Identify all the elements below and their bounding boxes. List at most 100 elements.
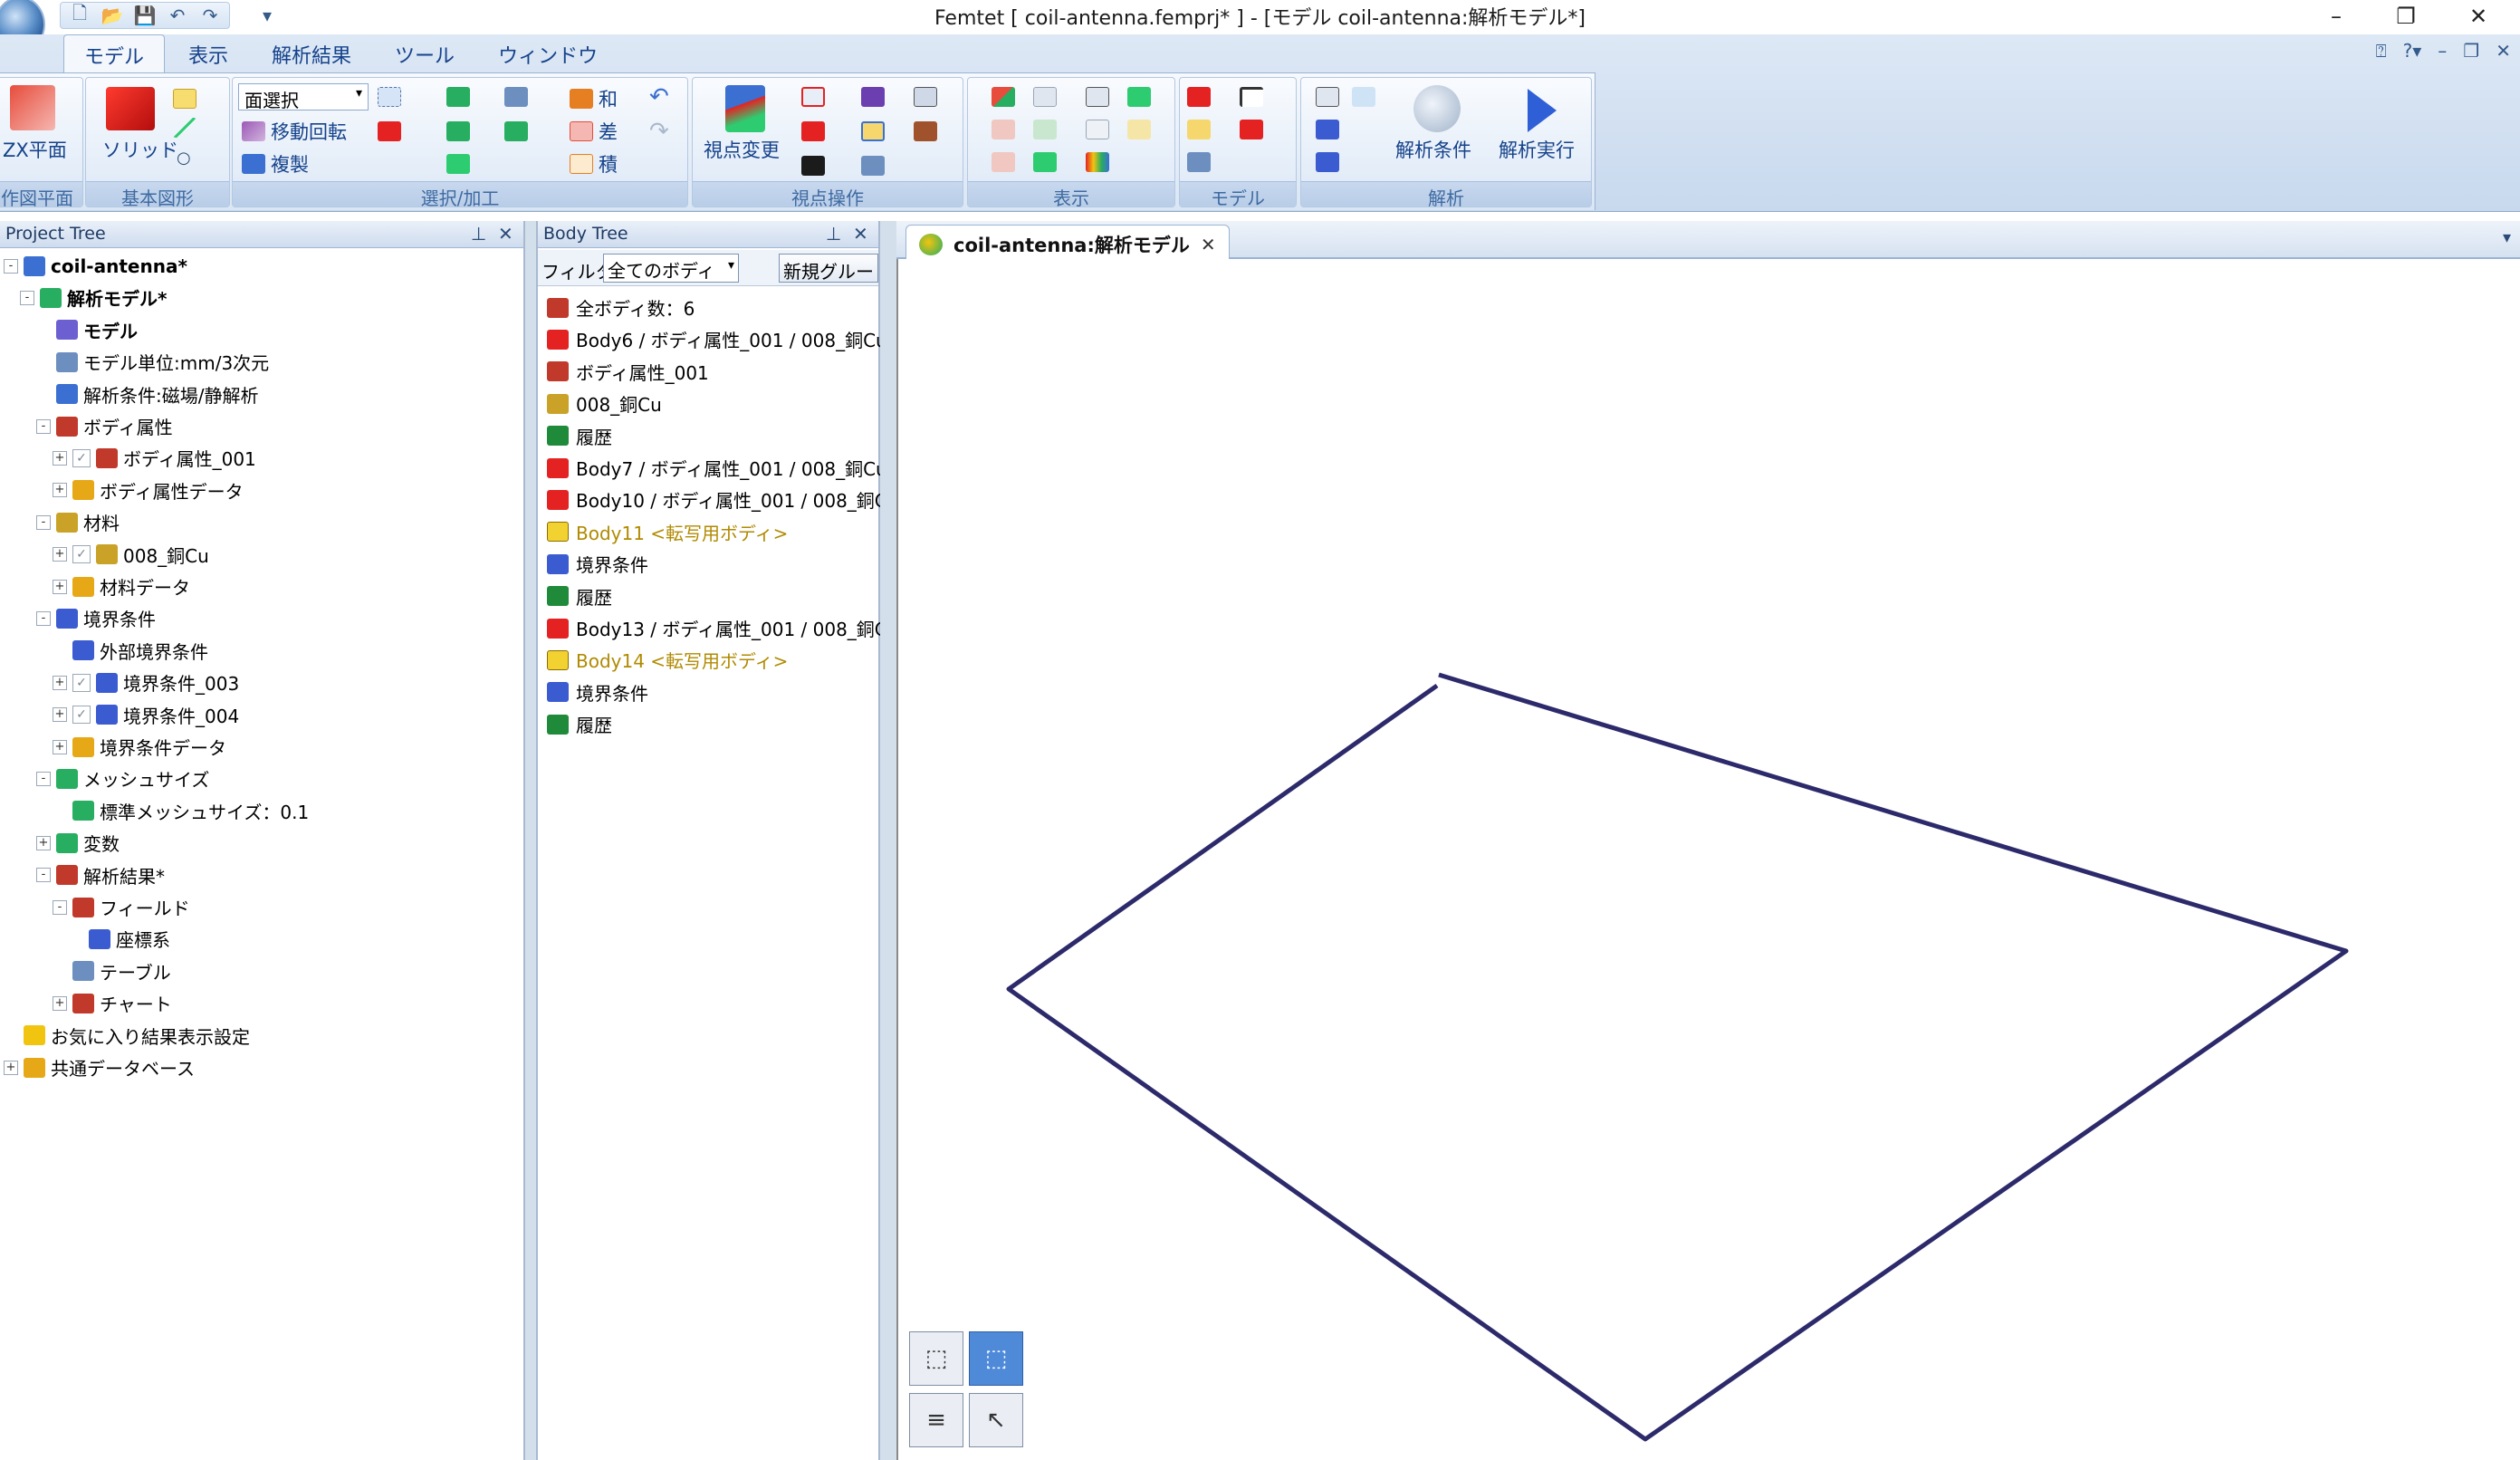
tab-window[interactable]: ウィンドウ bbox=[478, 34, 618, 72]
body-tree-row[interactable]: 全ボディ数：6 bbox=[547, 293, 695, 322]
body-tree-row[interactable]: 履歴 bbox=[547, 422, 612, 450]
intersect-button[interactable]: 積 bbox=[570, 150, 618, 178]
hidden-line-icon[interactable] bbox=[1127, 120, 1151, 139]
ribbon-close-icon[interactable]: ✕ bbox=[2496, 40, 2511, 62]
shaded-icon[interactable] bbox=[1127, 87, 1151, 107]
tree-item[interactable]: - 解析モデル* bbox=[20, 283, 167, 312]
difference-button[interactable]: 差 bbox=[570, 118, 618, 145]
restore-button[interactable]: ❐ bbox=[2370, 0, 2442, 33]
line-icon[interactable] bbox=[173, 118, 196, 138]
tree-item[interactable]: + ✓ 境界条件_003 bbox=[53, 668, 239, 696]
expand-icon[interactable]: + bbox=[53, 739, 67, 754]
tree-item[interactable]: モデル単位:mm/3次元 bbox=[36, 348, 269, 376]
tree-item[interactable]: + チャート bbox=[53, 989, 172, 1017]
select-edge-tool[interactable]: ≡ bbox=[909, 1393, 963, 1447]
close-icon[interactable]: ✕ bbox=[498, 223, 513, 245]
point-icon[interactable]: ○ bbox=[177, 149, 191, 168]
show-selected-icon[interactable] bbox=[1033, 152, 1057, 172]
model-list-icon[interactable] bbox=[1187, 152, 1211, 172]
orbit-icon[interactable] bbox=[861, 87, 885, 107]
color-map-icon[interactable] bbox=[1086, 152, 1109, 172]
close-tab-icon[interactable]: ✕ bbox=[1201, 234, 1216, 255]
tree-item[interactable]: モデル bbox=[36, 316, 138, 344]
copy-button[interactable]: 複製 bbox=[242, 150, 309, 178]
collapse-icon[interactable]: - bbox=[20, 290, 34, 305]
body-tree-row[interactable]: Body10 / ボディ属性_001 / 008_銅Cu bbox=[547, 485, 898, 514]
expand-icon[interactable]: + bbox=[53, 707, 67, 723]
redo-edit-icon[interactable]: ↷ bbox=[649, 118, 669, 145]
checkbox[interactable]: ✓ bbox=[72, 673, 91, 692]
collapse-icon[interactable]: - bbox=[36, 771, 51, 786]
body-tree-row[interactable]: Body7 / ボディ属性_001 / 008_銅Cu bbox=[547, 454, 887, 482]
collapse-icon[interactable]: - bbox=[4, 258, 18, 274]
model-delete-icon[interactable] bbox=[1240, 120, 1263, 139]
tree-item[interactable]: テーブル bbox=[53, 957, 171, 985]
union-button[interactable]: 和 bbox=[570, 85, 618, 112]
tree-item[interactable]: + ✓ 008_銅Cu bbox=[53, 541, 209, 569]
tree-item[interactable]: - coil-antenna* bbox=[4, 252, 187, 280]
tree-item[interactable]: 外部境界条件 bbox=[53, 637, 208, 665]
extrude-icon[interactable] bbox=[446, 87, 470, 107]
viewpoint-icon[interactable] bbox=[725, 85, 765, 132]
body-tree-row[interactable]: 008_銅Cu bbox=[547, 389, 662, 418]
body-tree-row[interactable]: 履歴 bbox=[547, 582, 612, 610]
model-viewport[interactable]: ⬚ ⬚ ≡ ↖ bbox=[896, 259, 2520, 1460]
zoom-window-icon[interactable] bbox=[914, 121, 937, 141]
coil-wire[interactable] bbox=[1006, 672, 2349, 1442]
body-tree-row[interactable]: Body6 / ボディ属性_001 / 008_銅Cu bbox=[547, 325, 887, 353]
model-corner-icon[interactable] bbox=[1240, 87, 1263, 107]
rectangle-icon[interactable] bbox=[173, 89, 196, 109]
tree-item[interactable]: - メッシュサイズ bbox=[36, 764, 209, 792]
expand-icon[interactable]: + bbox=[53, 579, 67, 594]
body-tree-row[interactable]: 境界条件 bbox=[547, 678, 648, 706]
model-body-icon[interactable] bbox=[1187, 87, 1211, 107]
hide-body-icon[interactable] bbox=[992, 120, 1015, 139]
checkbox[interactable]: ✓ bbox=[72, 706, 91, 725]
help-icon[interactable]: ?▾ bbox=[2403, 40, 2422, 62]
ribbon-restore-icon[interactable]: ❐ bbox=[2463, 40, 2479, 62]
tree-item[interactable]: + 変数 bbox=[36, 829, 120, 857]
solid-icon[interactable] bbox=[106, 87, 155, 130]
pattern-icon[interactable] bbox=[504, 87, 528, 107]
tree-item[interactable]: 標準メッシュサイズ：0.1 bbox=[53, 797, 309, 825]
fit-icon[interactable] bbox=[801, 87, 825, 107]
tab-model[interactable]: モデル bbox=[63, 34, 166, 72]
loft-icon[interactable] bbox=[446, 154, 470, 174]
tree-item[interactable]: + 境界条件データ bbox=[53, 733, 226, 761]
solid-edit-icon[interactable] bbox=[378, 121, 401, 141]
tree-item[interactable]: 解析条件:磁場/静解析 bbox=[36, 380, 258, 408]
panel-splitter[interactable] bbox=[880, 221, 896, 1460]
solid-button[interactable]: ソリッド bbox=[102, 136, 178, 163]
tab-view[interactable]: 表示 bbox=[168, 34, 248, 72]
body-tree-row[interactable]: 境界条件 bbox=[547, 550, 648, 578]
checkbox[interactable]: ✓ bbox=[72, 545, 91, 564]
wireframe-icon[interactable] bbox=[1086, 87, 1109, 107]
expand-icon[interactable]: + bbox=[53, 483, 67, 498]
analysis-condition-icon[interactable] bbox=[1413, 85, 1461, 132]
tree-item[interactable]: - フィールド bbox=[53, 893, 190, 921]
expand-icon[interactable]: + bbox=[4, 1060, 18, 1075]
collapse-icon[interactable]: - bbox=[36, 610, 51, 626]
ribbon-minimize-icon[interactable]: – bbox=[2438, 40, 2447, 62]
analysis-setup-icon[interactable] bbox=[1316, 87, 1339, 107]
select-view-icon[interactable] bbox=[861, 121, 885, 141]
checkbox[interactable]: ✓ bbox=[72, 448, 91, 467]
hide-mesh-icon[interactable] bbox=[1033, 120, 1057, 139]
expand-icon[interactable]: + bbox=[53, 547, 67, 562]
show-all-icon[interactable] bbox=[992, 152, 1015, 172]
tree-item[interactable]: - 境界条件 bbox=[36, 604, 156, 632]
mesh-icon[interactable] bbox=[1352, 87, 1375, 107]
tree-item[interactable]: - 解析結果* bbox=[36, 861, 165, 889]
zoom-icon[interactable] bbox=[914, 87, 937, 107]
collapse-icon[interactable]: - bbox=[36, 514, 51, 530]
tab-list-icon[interactable]: ▾ bbox=[2503, 228, 2511, 247]
expand-icon[interactable]: + bbox=[53, 675, 67, 690]
change-viewpoint-button[interactable]: 視点変更 bbox=[704, 136, 780, 163]
minimize-button[interactable]: – bbox=[2300, 0, 2372, 33]
select-face-tool[interactable]: ⬚ bbox=[969, 1331, 1023, 1386]
select-mode-combo[interactable]: 面選択 ▾ bbox=[238, 83, 369, 111]
analysis-condition-button[interactable]: 解析条件 bbox=[1395, 136, 1471, 163]
tree-item[interactable]: + 共通データベース bbox=[4, 1053, 195, 1081]
close-button[interactable]: ✕ bbox=[2442, 0, 2515, 33]
run-analysis-button[interactable]: 解析実行 bbox=[1499, 136, 1575, 163]
